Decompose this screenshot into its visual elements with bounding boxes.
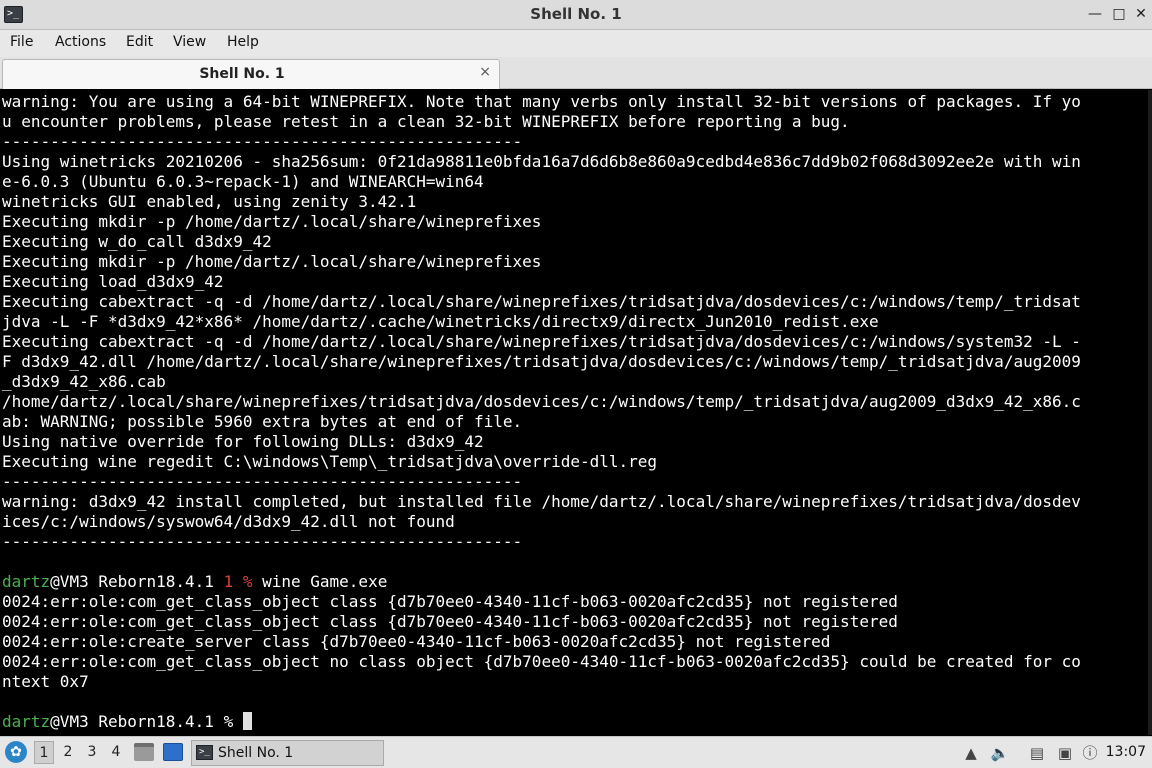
terminal-line: _d3dx9_42_x86.cab [2,372,166,391]
window-title: Shell No. 1 [530,5,622,23]
prompt-user: dartz [2,712,51,731]
terminal-line: u encounter problems, please retest in a… [2,112,850,131]
prompt-command: wine Game.exe [252,572,388,591]
terminal-line: warning: You are using a 64-bit WINEPREF… [2,92,1081,111]
terminal-line: ----------------------------------------… [2,472,523,491]
terminal-line: jdva -L -F *d3dx9_42*x86* /home/dartz/.c… [2,312,879,331]
terminal-cursor [242,712,252,730]
terminal-output[interactable]: warning: You are using a 64-bit WINEPREF… [0,90,1152,735]
terminal-line: Executing w_do_call d3dx9_42 [2,232,272,251]
maximize-icon[interactable]: □ [1109,4,1129,24]
menu-file[interactable]: File [10,34,33,50]
prompt-host: @VM3 Reborn18.4.1 [50,572,224,591]
workspace-4[interactable]: 4 [106,741,126,764]
taskbar-task-shell[interactable]: >_ Shell No. 1 [191,740,384,766]
terminal-line: 0024:err:ole:com_get_class_object class … [2,612,898,631]
terminal-prompt-line: dartz@VM3 Reborn18.4.1 1 % wine Game.exe [2,572,1152,592]
terminal-line: Executing load_d3dx9_42 [2,272,224,291]
removable-media-icon[interactable]: ▲ [961,743,981,763]
terminal-line: ab: WARNING; possible 5960 extra bytes a… [2,412,523,431]
clock: 13:07 [1105,744,1146,760]
terminal-scrollbar[interactable] [1148,90,1152,735]
menubar: File Actions Edit View Help [0,30,1152,57]
terminal-line: /home/dartz/.local/share/wineprefixes/tr… [2,392,1081,411]
taskbar: ✿ 1 2 3 4 >_ Shell No. 1 ▲ 🔈 ▤ ▣ ⓘ 13:07 [0,736,1152,768]
terminal-line: Executing mkdir -p /home/dartz/.local/sh… [2,252,542,271]
tab-bar: Shell No. 1 × [0,57,1152,89]
task-label: Shell No. 1 [218,745,294,761]
terminal-line: Using native override for following DLLs… [2,432,484,451]
terminal-line: Executing cabextract -q -d /home/dartz/.… [2,332,1081,351]
terminal-prompt-line: dartz@VM3 Reborn18.4.1 % [2,712,1152,732]
terminal-line: ntext 0x7 [2,672,89,691]
menu-edit[interactable]: Edit [126,34,153,50]
start-menu-icon[interactable]: ✿ [5,741,27,763]
minimize-icon[interactable]: — [1085,4,1105,24]
volume-icon[interactable]: 🔈 [990,743,1010,763]
terminal-line: winetricks GUI enabled, using zenity 3.4… [2,192,417,211]
terminal-line: Executing mkdir -p /home/dartz/.local/sh… [2,212,542,231]
terminal-icon: >_ [196,745,213,760]
terminal-line: ----------------------------------------… [2,532,523,551]
terminal-line: 0024:err:ole:com_get_class_object no cla… [2,652,1081,671]
clipboard-icon[interactable]: ▤ [1027,743,1047,763]
window-titlebar[interactable]: >_ Shell No. 1 — □ ✕ [0,0,1152,30]
terminal-line: warning: d3dx9_42 install completed, but… [2,492,1081,511]
terminal-line: Executing cabextract -q -d /home/dartz/.… [2,292,1081,311]
terminal-line: 0024:err:ole:create_server class {d7b70e… [2,632,831,651]
workspace-2[interactable]: 2 [58,741,78,764]
terminal-line: Executing wine regedit C:\windows\Temp\_… [2,452,658,471]
prompt-user: dartz [2,572,51,591]
menu-actions[interactable]: Actions [55,34,106,50]
workspace-3[interactable]: 3 [82,741,102,764]
tab-label: Shell No. 1 [199,66,285,82]
tab-shell-1[interactable]: Shell No. 1 × [2,59,500,89]
network-icon[interactable]: ▣ [1055,743,1075,763]
terminal-line: ----------------------------------------… [2,132,523,151]
info-icon[interactable]: ⓘ [1080,743,1100,763]
prompt-status: 1 % [223,572,253,591]
show-desktop-icon[interactable] [163,743,183,761]
tab-close-icon[interactable]: × [479,64,491,80]
close-icon[interactable]: ✕ [1131,4,1151,24]
file-manager-icon[interactable] [134,743,154,761]
terminal-line: ices/c:/windows/syswow64/d3dx9_42.dll no… [2,512,455,531]
terminal-line: 0024:err:ole:com_get_class_object class … [2,592,898,611]
terminal-line: Using winetricks 20210206 - sha256sum: 0… [2,152,1081,171]
terminal-line: e-6.0.3 (Ubuntu 6.0.3~repack-1) and WINE… [2,172,484,191]
prompt-host: @VM3 Reborn18.4.1 % [50,712,234,731]
menu-view[interactable]: View [173,34,206,50]
workspace-1[interactable]: 1 [34,741,54,764]
menu-help[interactable]: Help [227,34,259,50]
prompt-command [233,712,243,731]
terminal-line: F d3dx9_42.dll /home/dartz/.local/share/… [2,352,1081,371]
